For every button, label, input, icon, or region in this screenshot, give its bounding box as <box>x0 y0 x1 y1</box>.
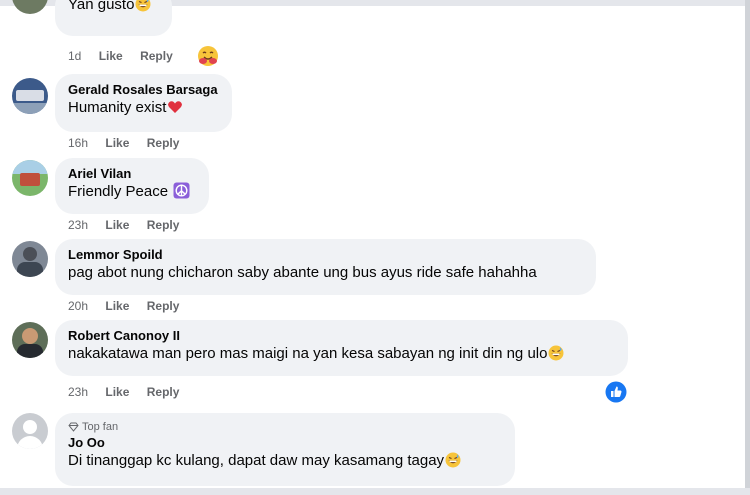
like-reaction-icon[interactable] <box>605 381 627 403</box>
like-button[interactable]: Like <box>105 385 129 399</box>
avatar[interactable] <box>12 78 48 114</box>
comment-text: Friendly Peace <box>68 182 196 202</box>
comment-actions: 23h Like Reply <box>68 218 193 232</box>
comment-time[interactable]: 20h <box>68 299 88 313</box>
avatar[interactable] <box>12 241 48 277</box>
comment-bubble: Ariel Vilan Friendly Peace <box>55 158 209 214</box>
comment-author[interactable]: Gerald Rosales Barsaga <box>68 81 219 98</box>
like-button[interactable]: Like <box>105 218 129 232</box>
comment-bubble: Top fan Jo Oo Di tinanggap kc kulang, da… <box>55 413 515 486</box>
reply-button[interactable]: Reply <box>147 136 180 150</box>
comment-text: pag abot nung chicharon saby abante ung … <box>68 264 537 281</box>
comment-time[interactable]: 1d <box>68 49 81 63</box>
grinning-sweat-face-icon <box>445 452 461 468</box>
avatar[interactable] <box>12 0 48 14</box>
reply-button[interactable]: Reply <box>147 299 180 313</box>
comment-author[interactable]: Ariel Vilan <box>68 165 196 182</box>
comment-text: Di tinanggap kc kulang, dapat daw may ka… <box>68 451 502 471</box>
grinning-sweat-face-icon <box>548 345 564 361</box>
comment-actions: 16h Like Reply <box>68 136 193 150</box>
scrollbar-track[interactable] <box>745 0 750 495</box>
diamond-icon <box>68 422 79 432</box>
comment-bubble: Yan gusto <box>55 0 172 36</box>
reply-button[interactable]: Reply <box>147 385 180 399</box>
comment-bubble: Lemmor Spoild pag abot nung chicharon sa… <box>55 239 596 295</box>
hug-face-reaction-icon[interactable] <box>197 45 219 67</box>
red-heart-icon <box>168 101 183 113</box>
like-button[interactable]: Like <box>105 136 129 150</box>
like-button[interactable]: Like <box>99 49 123 63</box>
window-bottom-edge <box>0 488 750 495</box>
comment-text: Humanity exist <box>68 98 219 118</box>
reply-button[interactable]: Reply <box>140 49 173 63</box>
comment-bubble: Robert Canonoy II nakakatawa man pero ma… <box>55 320 628 376</box>
avatar[interactable] <box>12 160 48 196</box>
comment-bubble: Gerald Rosales Barsaga Humanity exist <box>55 74 232 132</box>
comment-actions: 23h Like Reply <box>68 385 193 399</box>
reply-button[interactable]: Reply <box>147 218 180 232</box>
grinning-sweat-face-icon <box>135 0 151 12</box>
comment-time[interactable]: 23h <box>68 385 88 399</box>
comment-text: nakakatawa man pero mas maigi na yan kes… <box>68 344 615 364</box>
comment-author[interactable]: Lemmor Spoild <box>68 246 583 263</box>
comment-author[interactable]: Jo Oo <box>68 434 502 451</box>
comment-time[interactable]: 23h <box>68 218 88 232</box>
comment-text: Yan gusto <box>68 0 159 15</box>
avatar[interactable] <box>12 322 48 358</box>
comment-actions: 20h Like Reply <box>68 299 193 313</box>
avatar[interactable] <box>12 413 48 449</box>
comment-time[interactable]: 16h <box>68 136 88 150</box>
comment-author[interactable]: Robert Canonoy II <box>68 327 615 344</box>
like-button[interactable]: Like <box>105 299 129 313</box>
top-fan-badge: Top fan <box>68 420 502 434</box>
comment-actions: 1d Like Reply <box>68 49 187 63</box>
peace-symbol-icon <box>173 182 190 199</box>
